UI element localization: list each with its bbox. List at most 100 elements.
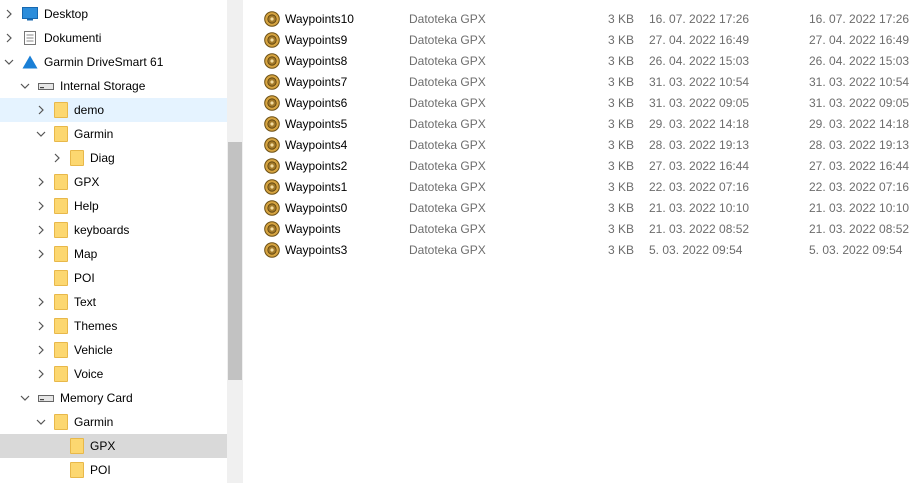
chevron-right-icon[interactable] xyxy=(36,225,46,235)
nav-item-map[interactable]: Map xyxy=(0,242,227,266)
file-type: Datoteka GPX xyxy=(409,117,486,131)
chevron-right-icon[interactable] xyxy=(52,153,62,163)
gpx-file-icon xyxy=(264,200,280,216)
file-size: 3 KB xyxy=(607,159,634,173)
folder-icon xyxy=(54,102,68,118)
nav-item-poi[interactable]: POI xyxy=(0,266,227,290)
nav-item-label: Internal Storage xyxy=(60,79,146,93)
file-name: Waypoints8 xyxy=(285,54,348,68)
nav-item-gpx[interactable]: GPX xyxy=(0,434,227,458)
file-row[interactable]: Waypoints6 Datoteka GPX 3 KB 31. 03. 2022 0… xyxy=(244,93,915,114)
file-row[interactable]: Waypoints8 Datoteka GPX 3 KB 26. 04. 2022 1… xyxy=(244,51,915,72)
file-size: 3 KB xyxy=(607,201,634,215)
nav-item-voice[interactable]: Voice xyxy=(0,362,227,386)
nav-item-label: keyboards xyxy=(74,223,130,237)
chevron-placeholder xyxy=(52,441,62,451)
chevron-down-icon[interactable] xyxy=(20,393,30,403)
folder-icon xyxy=(54,222,68,238)
chevron-right-icon[interactable] xyxy=(36,249,46,259)
file-date-modified: 22. 03. 2022 07:16 xyxy=(649,180,750,194)
garmin-device-icon xyxy=(22,55,38,69)
nav-item-garmin[interactable]: Garmin xyxy=(0,410,227,434)
file-size: 3 KB xyxy=(607,138,634,152)
nav-item-internal-storage[interactable]: Internal Storage xyxy=(0,74,227,98)
nav-item-demo[interactable]: demo xyxy=(0,98,227,122)
chevron-right-icon[interactable] xyxy=(36,321,46,331)
file-name: Waypoints2 xyxy=(285,159,348,173)
chevron-right-icon[interactable] xyxy=(4,9,14,19)
nav-item-gpx[interactable]: GPX xyxy=(0,170,227,194)
nav-item-themes[interactable]: Themes xyxy=(0,314,227,338)
file-name: Waypoints9 xyxy=(285,33,348,47)
nav-item-desktop[interactable]: Desktop xyxy=(0,2,227,26)
folder-icon xyxy=(70,438,84,454)
file-date-created: 5. 03. 2022 09:54 xyxy=(809,243,903,257)
file-date-modified: 27. 03. 2022 16:44 xyxy=(649,159,750,173)
nav-item-garmin-drivesmart-61[interactable]: Garmin DriveSmart 61 xyxy=(0,50,227,74)
chevron-right-icon[interactable] xyxy=(36,297,46,307)
nav-item-label: Diag xyxy=(90,151,115,165)
chevron-right-icon[interactable] xyxy=(4,33,14,43)
chevron-down-icon[interactable] xyxy=(36,417,46,427)
nav-item-dokumenti[interactable]: Dokumenti xyxy=(0,26,227,50)
file-type: Datoteka GPX xyxy=(409,201,486,215)
folder-icon xyxy=(54,294,68,310)
chevron-right-icon[interactable] xyxy=(36,369,46,379)
nav-scrollbar-thumb[interactable] xyxy=(228,142,242,380)
gpx-file-icon xyxy=(264,116,280,132)
gpx-file-icon xyxy=(264,32,280,48)
gpx-file-icon xyxy=(264,137,280,153)
nav-item-label: Map xyxy=(74,247,98,261)
drive-icon xyxy=(38,395,54,402)
chevron-down-icon[interactable] xyxy=(36,129,46,139)
chevron-right-icon[interactable] xyxy=(36,105,46,115)
file-date-created: 29. 03. 2022 14:18 xyxy=(809,117,910,131)
file-row[interactable]: Waypoints1 Datoteka GPX 3 KB 22. 03. 2022 0… xyxy=(244,177,915,198)
nav-item-help[interactable]: Help xyxy=(0,194,227,218)
file-date-modified: 31. 03. 2022 09:05 xyxy=(649,96,750,110)
nav-item-label: Garmin xyxy=(74,415,114,429)
file-type: Datoteka GPX xyxy=(409,12,486,26)
file-row[interactable]: Waypoints7 Datoteka GPX 3 KB 31. 03. 2022 1… xyxy=(244,72,915,93)
chevron-down-icon[interactable] xyxy=(4,57,14,67)
file-type: Datoteka GPX xyxy=(409,54,486,68)
chevron-right-icon[interactable] xyxy=(36,201,46,211)
file-size: 3 KB xyxy=(607,12,634,26)
nav-item-label: POI xyxy=(74,271,95,285)
chevron-right-icon[interactable] xyxy=(36,345,46,355)
chevron-down-icon[interactable] xyxy=(20,81,30,91)
nav-item-label: Memory Card xyxy=(60,391,133,405)
nav-item-garmin[interactable]: Garmin xyxy=(0,122,227,146)
nav-item-memory-card[interactable]: Memory Card xyxy=(0,386,227,410)
file-row[interactable]: Waypoints3 Datoteka GPX 3 KB 5. 03. 2022 09… xyxy=(244,240,915,261)
file-type: Datoteka GPX xyxy=(409,180,486,194)
file-row[interactable]: Waypoints10 Datoteka GPX 3 KB 16. 07. 2022 … xyxy=(244,9,915,30)
folder-icon xyxy=(70,462,84,478)
file-row[interactable]: Waypoints Datoteka GPX 3 KB 21. 03. 2022 08… xyxy=(244,219,915,240)
file-size: 3 KB xyxy=(607,54,634,68)
file-name: Waypoints3 xyxy=(285,243,348,257)
gpx-file-icon xyxy=(264,221,280,237)
chevron-placeholder xyxy=(52,465,62,475)
gpx-file-icon xyxy=(264,11,280,27)
file-date-modified: 29. 03. 2022 14:18 xyxy=(649,117,750,131)
file-row[interactable]: Waypoints9 Datoteka GPX 3 KB 27. 04. 2022 1… xyxy=(244,30,915,51)
nav-item-poi[interactable]: POI xyxy=(0,458,227,482)
nav-item-keyboards[interactable]: keyboards xyxy=(0,218,227,242)
file-size: 3 KB xyxy=(607,117,634,131)
file-row[interactable]: Waypoints0 Datoteka GPX 3 KB 21. 03. 2022 1… xyxy=(244,198,915,219)
file-row[interactable]: Waypoints2 Datoteka GPX 3 KB 27. 03. 2022 1… xyxy=(244,156,915,177)
nav-item-vehicle[interactable]: Vehicle xyxy=(0,338,227,362)
file-date-modified: 31. 03. 2022 10:54 xyxy=(649,75,750,89)
nav-item-text[interactable]: Text xyxy=(0,290,227,314)
file-row[interactable]: Waypoints4 Datoteka GPX 3 KB 28. 03. 2022 1… xyxy=(244,135,915,156)
file-row[interactable]: Waypoints5 Datoteka GPX 3 KB 29. 03. 2022 1… xyxy=(244,114,915,135)
file-date-created: 21. 03. 2022 08:52 xyxy=(809,222,910,236)
nav-item-diag[interactable]: Diag xyxy=(0,146,227,170)
file-type: Datoteka GPX xyxy=(409,96,486,110)
gpx-file-icon xyxy=(264,179,280,195)
nav-item-label: Garmin DriveSmart 61 xyxy=(44,55,164,69)
chevron-right-icon[interactable] xyxy=(36,177,46,187)
nav-item-label: Text xyxy=(74,295,97,309)
folder-icon xyxy=(54,342,68,358)
